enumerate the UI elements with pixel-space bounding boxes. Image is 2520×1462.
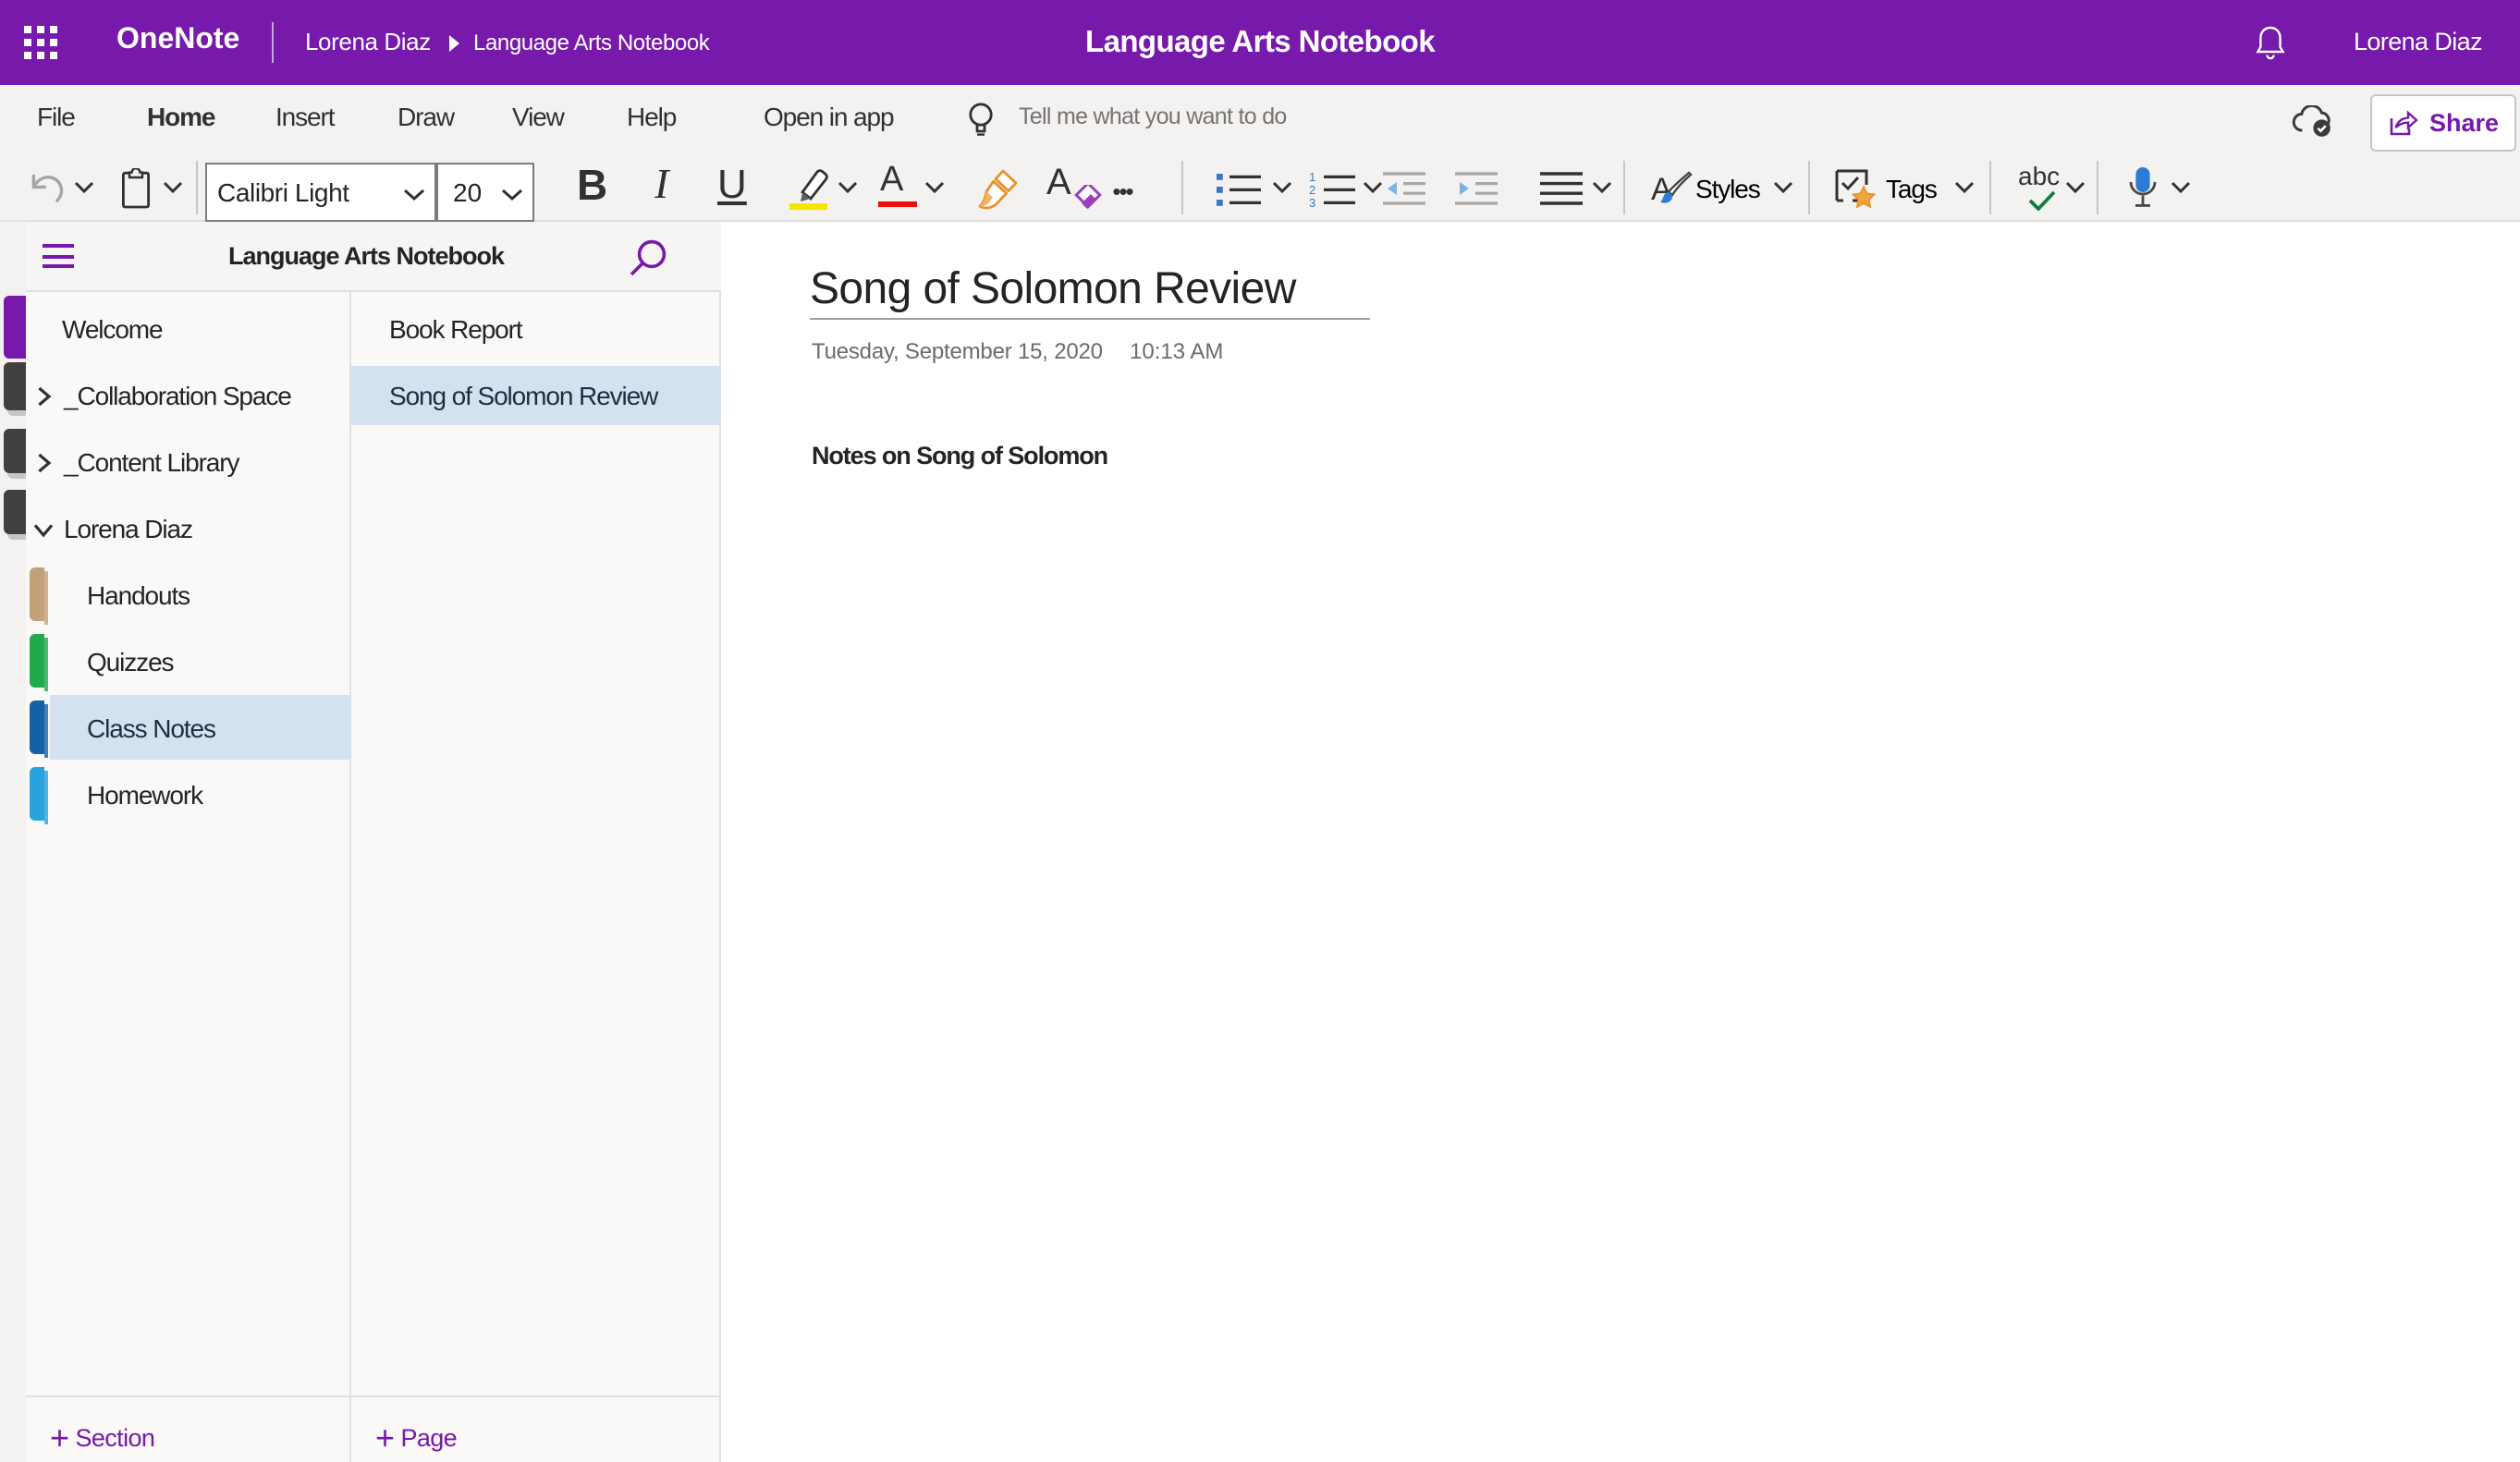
svg-text:3: 3 [1309, 196, 1315, 209]
svg-text:1: 1 [1309, 170, 1315, 184]
svg-text:2: 2 [1309, 183, 1315, 197]
